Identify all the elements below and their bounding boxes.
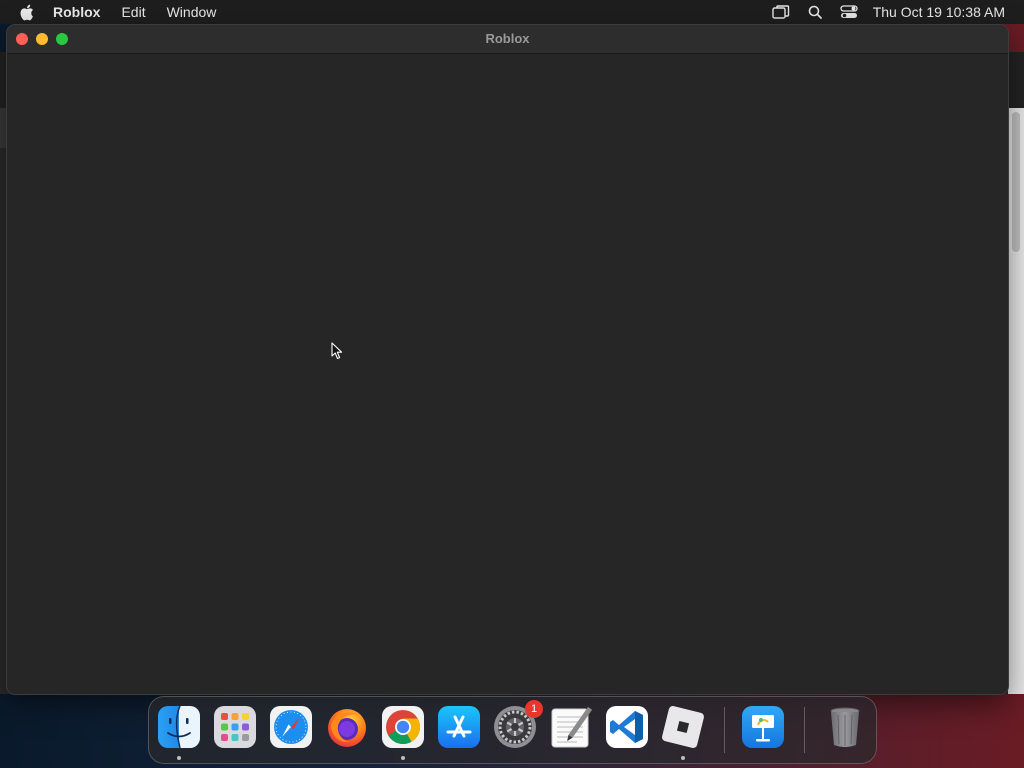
dock-item-system-settings[interactable]: 1 bbox=[493, 700, 543, 749]
background-scrollbar[interactable] bbox=[1008, 108, 1024, 694]
menu-edit[interactable]: Edit bbox=[121, 0, 145, 24]
textedit-icon bbox=[551, 706, 593, 748]
trash-icon bbox=[830, 707, 860, 747]
dock-item-keynote[interactable] bbox=[741, 705, 785, 749]
chrome-icon bbox=[382, 706, 424, 748]
dock-item-finder[interactable] bbox=[157, 705, 201, 749]
window-manager-icon[interactable] bbox=[771, 4, 791, 20]
background-window-edge bbox=[0, 108, 6, 148]
dock-item-app-store[interactable] bbox=[437, 705, 481, 749]
scrollbar-thumb[interactable] bbox=[1012, 112, 1020, 252]
menu-bar: Roblox Edit Window Thu Oct 19 10:38 AM bbox=[0, 0, 1024, 24]
vscode-icon bbox=[606, 706, 648, 748]
running-indicator bbox=[681, 756, 685, 760]
dock-item-chrome[interactable] bbox=[381, 705, 425, 749]
notification-badge: 1 bbox=[525, 700, 543, 718]
dock-separator bbox=[724, 707, 725, 753]
dock-item-textedit[interactable] bbox=[549, 705, 593, 749]
mouse-pointer-icon bbox=[331, 342, 343, 360]
menu-app-name[interactable]: Roblox bbox=[53, 0, 100, 24]
dock: 1 bbox=[148, 696, 877, 764]
window-title: Roblox bbox=[485, 31, 530, 46]
control-center-icon[interactable] bbox=[839, 4, 859, 20]
dock-item-safari[interactable] bbox=[269, 705, 313, 749]
running-indicator bbox=[177, 756, 181, 760]
app-store-icon bbox=[438, 706, 480, 748]
roblox-window: Roblox bbox=[7, 25, 1008, 694]
running-indicator bbox=[401, 756, 405, 760]
finder-icon bbox=[158, 705, 200, 749]
menubar-clock[interactable]: Thu Oct 19 10:38 AM bbox=[873, 4, 1005, 20]
dock-item-roblox[interactable] bbox=[661, 705, 705, 749]
roblox-icon bbox=[662, 706, 704, 748]
safari-icon bbox=[270, 706, 312, 748]
search-icon[interactable] bbox=[805, 4, 825, 20]
launchpad-icon bbox=[214, 706, 256, 748]
firefox-icon bbox=[328, 709, 366, 747]
apple-menu-icon[interactable] bbox=[19, 4, 35, 20]
keynote-icon bbox=[742, 706, 784, 748]
dock-item-launchpad[interactable] bbox=[213, 705, 257, 749]
menu-window[interactable]: Window bbox=[167, 0, 217, 24]
dock-item-trash[interactable] bbox=[823, 705, 867, 749]
dock-item-vscode[interactable] bbox=[605, 705, 649, 749]
dock-item-firefox[interactable] bbox=[325, 705, 369, 749]
window-content[interactable] bbox=[7, 54, 1008, 694]
dock-separator bbox=[804, 707, 805, 753]
window-titlebar[interactable]: Roblox bbox=[7, 25, 1008, 54]
